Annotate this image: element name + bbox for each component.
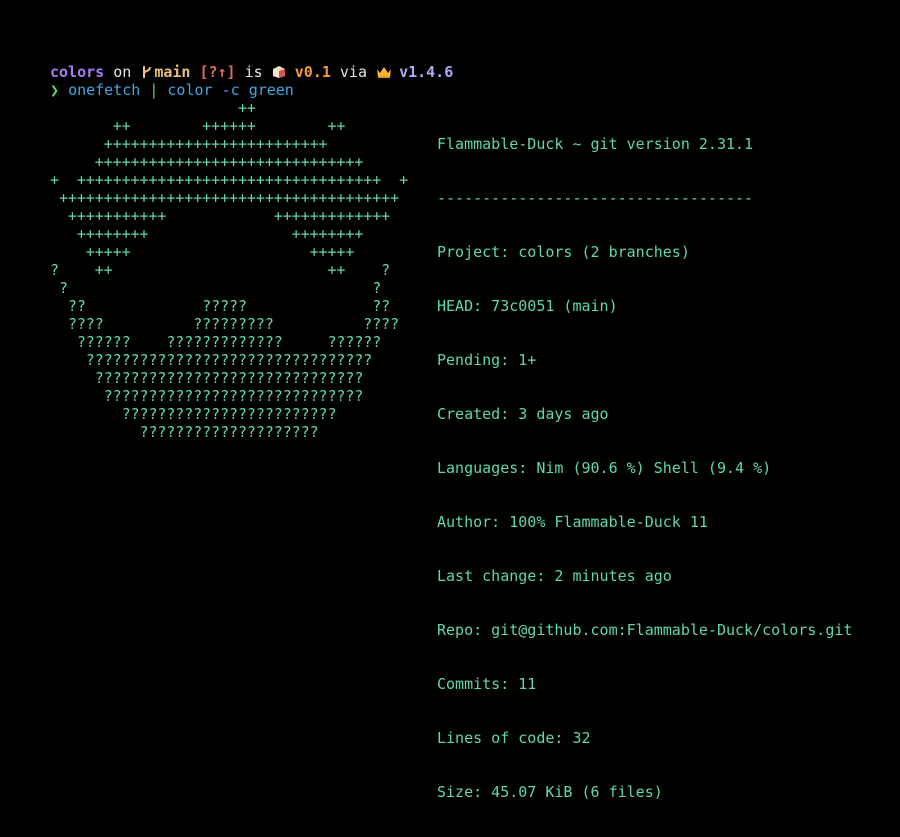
prompt-directory: colors — [50, 63, 105, 81]
git-branch-icon — [140, 65, 154, 79]
ascii-art-line: ++++++++++++++++++++++++++++++++++++++ — [50, 189, 400, 207]
ascii-art-line: ? ++ ++ ? — [50, 261, 391, 279]
ascii-art-line: ????????????????????????????? — [50, 387, 364, 405]
ascii-art-line: + ++++++++++++++++++++++++++++++++++ + — [50, 171, 409, 189]
command-pipe: | — [149, 81, 159, 99]
prompt-git-status: [?↑] — [199, 63, 236, 81]
ascii-art-line: +++++++++++ +++++++++++++ — [50, 207, 391, 225]
ascii-art-line: +++++ +++++ — [50, 243, 355, 261]
info-author: Author: 100% Flammable-Duck 11 — [437, 513, 708, 531]
info-languages: Languages: Nim (90.6 %) Shell (9.4 %) — [437, 459, 772, 477]
info-separator: ----------------------------------- — [437, 189, 754, 207]
prompt-branch: main — [154, 63, 191, 81]
ascii-logo: ++ ++ ++++++ ++ ++++++++++++++++++++++++… — [50, 99, 408, 441]
shell-prompt: colors on main [?↑] is v0.1 via v1.4.6 — [50, 63, 453, 81]
command-color: color — [167, 81, 213, 99]
ascii-art-line: ++ ++++++ ++ — [50, 117, 346, 135]
info-title: Flammable-Duck ~ git version 2.31.1 — [437, 135, 754, 153]
crown-icon — [376, 65, 392, 79]
repo-info-panel: Flammable-Duck ~ git version 2.31.1 ----… — [437, 99, 852, 837]
command-onefetch: onefetch — [68, 81, 141, 99]
ascii-art-line: ???????????????????????? — [50, 405, 337, 423]
ascii-art-line: +++++++++++++++++++++++++ — [50, 135, 328, 153]
ascii-art-line: ? ? — [50, 279, 382, 297]
info-pending: Pending: 1+ — [437, 351, 537, 369]
prompt-package-version: v0.1 — [294, 63, 331, 81]
ascii-art-line: ???? ????????? ???? — [50, 315, 400, 333]
info-commits: Commits: 11 — [437, 675, 537, 693]
info-last-change: Last change: 2 minutes ago — [437, 567, 672, 585]
prompt-via-word: via — [339, 63, 367, 81]
ascii-art-line: ???????????????????? — [50, 423, 319, 441]
ascii-art-line: ?? ????? ?? — [50, 297, 391, 315]
command-flag: -c — [221, 81, 240, 99]
prompt-is-word: is — [244, 63, 263, 81]
prompt-on-word: on — [113, 63, 132, 81]
ascii-art-line: ++++++++ ++++++++ — [50, 225, 364, 243]
info-created: Created: 3 days ago — [437, 405, 609, 423]
package-icon — [272, 65, 286, 79]
ascii-art-line: ++++++++++++++++++++++++++++++ — [50, 153, 364, 171]
ascii-art-line: ?????? ????????????? ?????? — [50, 333, 382, 351]
info-size: Size: 45.07 KiB (6 files) — [437, 783, 663, 801]
command-argument: green — [248, 81, 294, 99]
ascii-art-line: ++ — [50, 99, 256, 117]
ascii-art-line: ?????????????????????????????? — [50, 369, 364, 387]
info-project: Project: colors (2 branches) — [437, 243, 690, 261]
command-line[interactable]: ❯ onefetch | color -c green — [50, 81, 294, 99]
info-lines-of-code: Lines of code: 32 — [437, 729, 591, 747]
info-repo: Repo: git@github.com:Flammable-Duck/colo… — [437, 621, 853, 639]
prompt-arrow: ❯ — [50, 81, 60, 99]
terminal-window: colors on main [?↑] is v0.1 via v1.4.6 ❯… — [0, 0, 900, 801]
ascii-art-line: ???????????????????????????????? — [50, 351, 373, 369]
info-head: HEAD: 73c0051 (main) — [437, 297, 618, 315]
prompt-language-version: v1.4.6 — [399, 63, 454, 81]
